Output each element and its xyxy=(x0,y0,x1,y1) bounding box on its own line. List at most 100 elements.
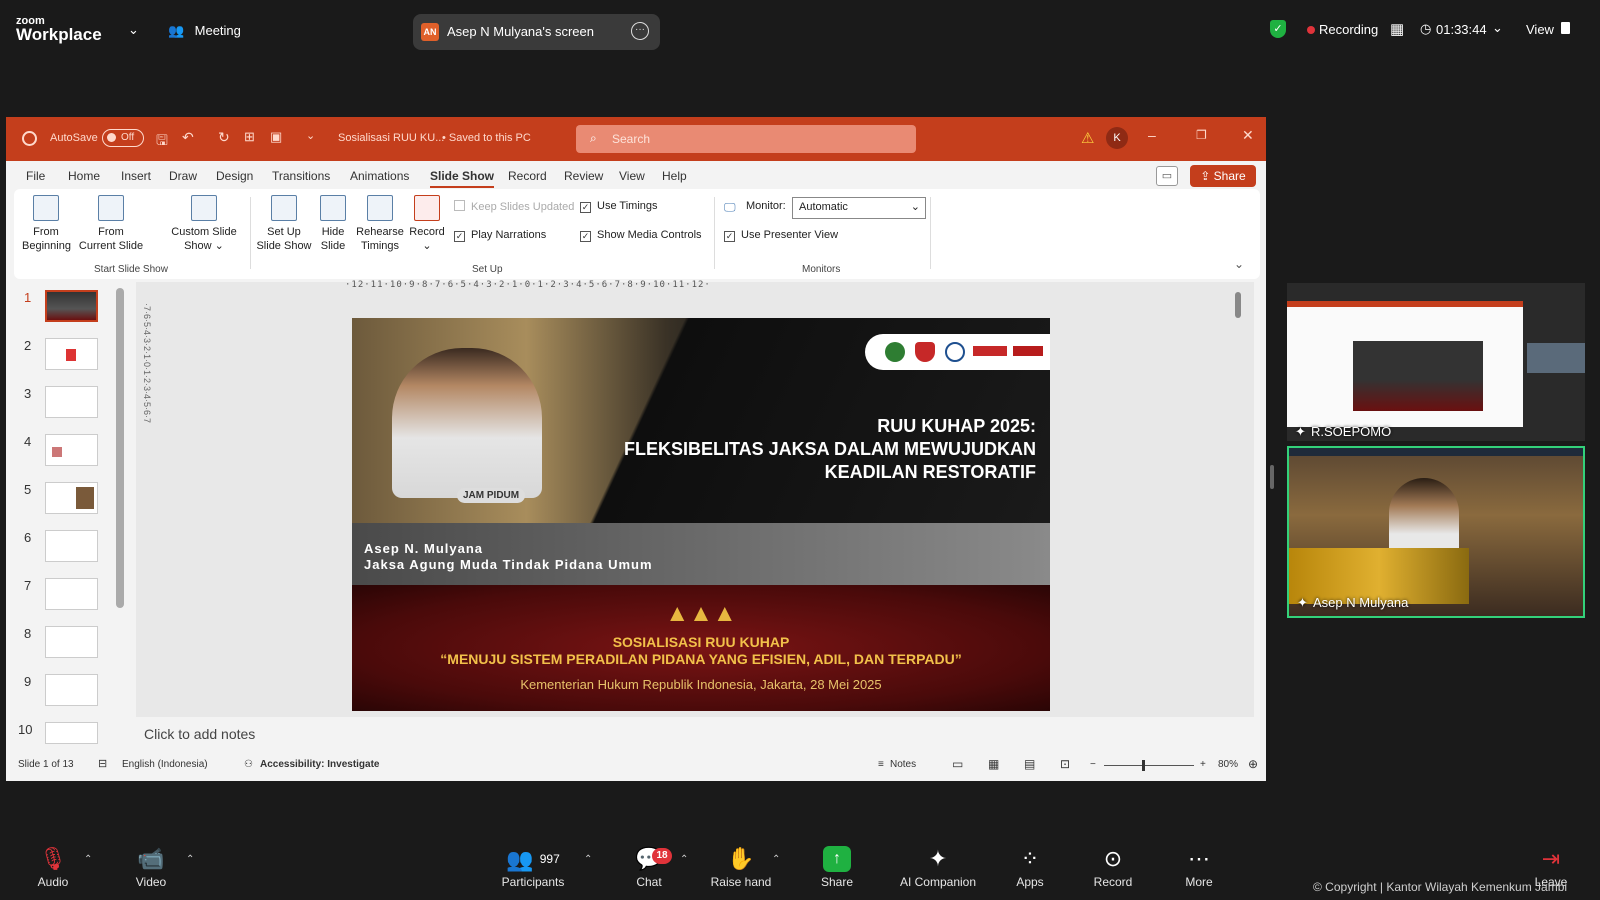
raise-hand-button[interactable]: ✋ Raise hand xyxy=(696,846,786,889)
slide-thumbnail-6[interactable] xyxy=(45,530,98,562)
record-button[interactable]: Record ⌄ xyxy=(408,195,446,253)
record-meeting-button[interactable]: ⊙ Record xyxy=(1068,846,1158,889)
keep-slides-updated-checkbox[interactable]: Keep Slides Updated xyxy=(454,200,574,213)
custom-slide-show-button[interactable]: Custom Slide Show ⌄ xyxy=(166,195,242,253)
collapse-ribbon-icon[interactable]: ⌄ xyxy=(1234,257,1244,271)
video-options-chevron-icon[interactable]: ⌃ xyxy=(186,854,194,865)
slideshow-icon[interactable]: ▣ xyxy=(270,129,282,145)
zoom-level[interactable]: 80% xyxy=(1218,759,1238,770)
save-status[interactable]: • Saved to this PC xyxy=(442,132,531,144)
notes-pane[interactable]: Click to add notes xyxy=(136,720,1254,748)
share-button[interactable]: ⇪ Share xyxy=(1190,165,1256,187)
reactions-chevron-icon[interactable]: ⌃ xyxy=(772,854,780,865)
slide-thumbnail-10[interactable] xyxy=(45,722,98,744)
more-button[interactable]: ⋯ More xyxy=(1154,846,1244,889)
rehearse-timings-button[interactable]: Rehearse Timings xyxy=(354,195,406,253)
close-icon[interactable]: ✕ xyxy=(1242,127,1254,144)
tab-home[interactable]: Home xyxy=(68,169,100,183)
comments-icon[interactable]: ▭ xyxy=(1156,166,1178,186)
apps-button[interactable]: ⁘ Apps xyxy=(985,846,1075,889)
active-speaker-video-tile[interactable]: ✦ Asep N Mulyana xyxy=(1287,446,1585,618)
slide-sorter-icon[interactable]: ▦ xyxy=(988,757,999,771)
document-name[interactable]: Sosialisasi RUU KU... xyxy=(338,132,444,144)
from-beginning-button[interactable]: From Beginning xyxy=(22,195,71,253)
use-presenter-view-checkbox[interactable]: ✓ Use Presenter View xyxy=(724,229,838,242)
zoom-in-icon[interactable]: + xyxy=(1200,759,1206,770)
slide-thumbnail-7[interactable] xyxy=(45,578,98,610)
slide-thumbnail-5[interactable] xyxy=(45,482,98,514)
slide-thumbnail-1[interactable] xyxy=(45,290,98,322)
audio-options-chevron-icon[interactable]: ⌃ xyxy=(84,854,92,865)
tab-draw[interactable]: Draw xyxy=(169,169,197,183)
setup-slide-show-button[interactable]: Set Up Slide Show xyxy=(254,195,314,253)
monitor-select[interactable]: Automatic ⌄ xyxy=(792,197,926,219)
slide-thumbnail-8[interactable] xyxy=(45,626,98,658)
meeting-menu[interactable]: 👥 Meeting xyxy=(168,22,241,40)
share-screen-button[interactable]: ↑ Share xyxy=(792,846,882,889)
restore-icon[interactable]: ❐ xyxy=(1196,128,1207,142)
minimize-icon[interactable]: – xyxy=(1148,127,1156,143)
timer-chevron-icon[interactable]: ⌄ xyxy=(1492,20,1503,36)
ai-companion-button[interactable]: ✦ AI Companion xyxy=(888,846,988,889)
tab-animations[interactable]: Animations xyxy=(350,169,409,183)
warning-icon[interactable]: ⚠ xyxy=(1081,129,1094,147)
autosave-toggle[interactable]: Off xyxy=(102,129,144,147)
slide-thumbnail-9[interactable] xyxy=(45,674,98,706)
tab-review[interactable]: Review xyxy=(564,169,603,183)
zoom-workplace-logo[interactable]: zoom Workplace xyxy=(16,14,102,43)
play-narrations-checkbox[interactable]: ✓ Play Narrations xyxy=(454,229,546,242)
zoom-slider-thumb[interactable] xyxy=(1142,760,1145,771)
normal-view-icon[interactable]: ▭ xyxy=(952,757,963,771)
slideshow-view-icon[interactable]: ⊡ xyxy=(1060,757,1070,771)
tab-file[interactable]: File xyxy=(26,169,45,183)
language-indicator[interactable]: English (Indonesia) xyxy=(122,759,208,770)
redo-icon[interactable]: ↻ xyxy=(218,129,230,146)
slide-thumbnail-4[interactable] xyxy=(45,434,98,466)
gallery-grid-icon[interactable]: ▦ xyxy=(1390,20,1404,38)
participant-video-tile[interactable]: ✦ R.SOEPOMO xyxy=(1287,283,1585,441)
zoom-slider[interactable] xyxy=(1104,760,1194,771)
more-options-icon[interactable]: ··· xyxy=(631,22,649,40)
hide-slide-button[interactable]: Hide Slide xyxy=(316,195,350,253)
tab-transitions[interactable]: Transitions xyxy=(272,169,330,183)
spellcheck-icon[interactable]: ⊟ xyxy=(98,757,107,770)
screen-share-indicator[interactable]: AN Asep N Mulyana's screen ··· xyxy=(413,14,660,50)
thumb-slide xyxy=(1353,341,1483,411)
reading-view-icon[interactable]: ▤ xyxy=(1024,757,1035,771)
tab-design[interactable]: Design xyxy=(216,169,253,183)
present-icon[interactable]: ⊞ xyxy=(244,129,255,145)
notes-toggle[interactable]: Notes xyxy=(890,759,916,770)
user-avatar[interactable]: K xyxy=(1106,127,1128,149)
undo-icon[interactable]: ↶ xyxy=(182,129,194,146)
current-slide[interactable]: JAM PIDUM RUU KUHAP 2025: FLEKSIBELITAS … xyxy=(352,318,1050,711)
participants-button[interactable]: 👥 997 Participants xyxy=(488,846,578,889)
customize-toolbar-icon[interactable]: ⌄ xyxy=(306,129,315,142)
tab-record[interactable]: Record xyxy=(508,169,547,183)
tab-view[interactable]: View xyxy=(619,169,645,183)
canvas-scrollbar[interactable] xyxy=(1235,292,1241,318)
use-timings-checkbox[interactable]: ✓ Use Timings xyxy=(580,200,658,213)
tab-slide-show[interactable]: Slide Show xyxy=(430,169,495,188)
shield-check-icon[interactable]: ✓ xyxy=(1270,20,1286,38)
chat-chevron-icon[interactable]: ⌃ xyxy=(680,854,688,865)
ppt-search-box[interactable]: ⌕ Search xyxy=(576,125,916,153)
panel-resize-handle[interactable] xyxy=(1270,465,1274,489)
accessibility-status[interactable]: Accessibility: Investigate xyxy=(260,759,380,770)
video-button[interactable]: 📹 Video xyxy=(106,846,196,889)
chat-button[interactable]: 💬 Chat xyxy=(604,846,694,889)
view-button[interactable]: View xyxy=(1526,22,1554,37)
recording-label[interactable]: Recording xyxy=(1319,22,1378,37)
tab-help[interactable]: Help xyxy=(662,169,687,183)
thumbnail-scrollbar[interactable] xyxy=(116,288,124,608)
fit-slide-icon[interactable]: ⊕ xyxy=(1248,757,1258,771)
participants-chevron-icon[interactable]: ⌃ xyxy=(584,854,592,865)
save-icon[interactable]: 🖫 xyxy=(156,130,168,154)
zoom-out-icon[interactable]: − xyxy=(1090,759,1096,770)
slide-thumbnail-2[interactable] xyxy=(45,338,98,370)
tab-insert[interactable]: Insert xyxy=(121,169,151,183)
chevron-down-icon[interactable]: ⌄ xyxy=(128,22,139,38)
show-media-controls-checkbox[interactable]: ✓ Show Media Controls xyxy=(580,229,702,242)
audio-button[interactable]: 🎙 Audio xyxy=(8,846,98,889)
slide-thumbnail-3[interactable] xyxy=(45,386,98,418)
from-current-slide-button[interactable]: From Current Slide xyxy=(76,195,146,253)
